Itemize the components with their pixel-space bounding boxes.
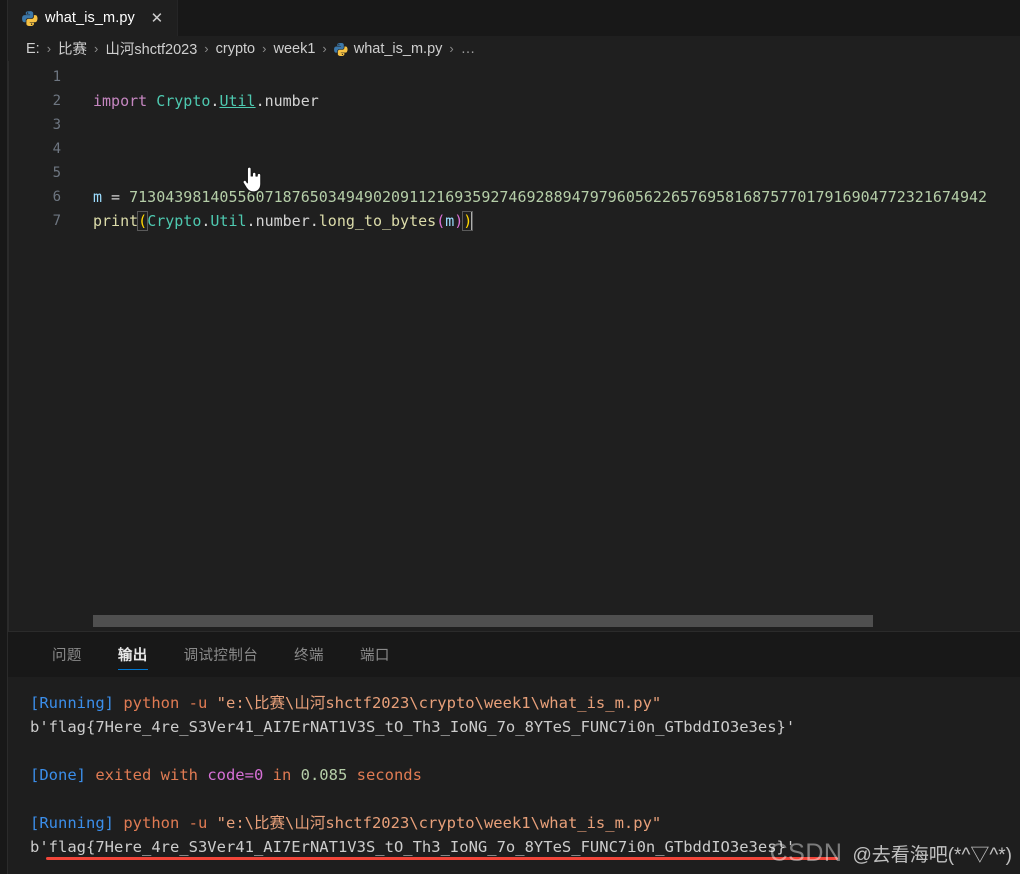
panel-tab-1[interactable]: 输出 bbox=[100, 632, 166, 677]
output-text: [Running] bbox=[30, 814, 124, 832]
code-token: long_to_bytes bbox=[318, 212, 437, 230]
python-icon bbox=[333, 42, 348, 56]
breadcrumb-item-bisai[interactable]: 比赛 bbox=[58, 38, 87, 59]
code-token: print bbox=[93, 212, 139, 230]
output-text: 0.085 bbox=[300, 766, 348, 784]
code-token: . bbox=[246, 212, 256, 230]
code-text: print(Crypto.Util.number.long_to_bytes(m… bbox=[93, 209, 474, 233]
output-text: b'flag{7Here_4re_S3Ver41_AI7ErNAT1V3S_tO… bbox=[30, 718, 796, 736]
code-line[interactable]: 1 bbox=[9, 65, 1020, 89]
bottom-panel: 问题 输出 调试控制台 终端 端口 [Running] python -u "e:\比赛… bbox=[8, 631, 1020, 874]
activity-bar-strip bbox=[0, 0, 8, 874]
output-line-flag: b'flag{7Here_4re_S3Ver41_AI7ErNAT1V3S_tO… bbox=[8, 835, 1020, 859]
output-text: "e:\比赛\山河shctf2023\crypto\week1\what_is_… bbox=[216, 814, 662, 832]
editor-tab-bar: what_is_m.py ✕ bbox=[0, 0, 1020, 36]
code-token: ( bbox=[436, 212, 446, 230]
panel-tab-4[interactable]: 端口 bbox=[342, 632, 408, 677]
panel-tab-0[interactable]: 问题 bbox=[34, 632, 100, 677]
output-line-run: [Running] python -u "e:\比赛\山河shctf2023\c… bbox=[8, 691, 1020, 715]
code-line[interactable]: 7 print(Crypto.Util.number.long_to_bytes(… bbox=[9, 209, 1020, 233]
horizontal-scrollbar[interactable] bbox=[93, 615, 873, 627]
line-number: 1 bbox=[52, 69, 61, 85]
output-text: b'flag{7Here_4re_S3Ver41_AI7ErNAT1V3S_tO… bbox=[30, 838, 796, 856]
text-caret bbox=[471, 211, 473, 230]
output-line-blank bbox=[8, 739, 1020, 763]
breadcrumb-item-file[interactable]: what_is_m.py bbox=[354, 41, 443, 57]
red-underline-annotation bbox=[46, 857, 838, 860]
code-token: Crypto bbox=[147, 212, 202, 230]
code-text: m = 713043981405560718765034949020911216… bbox=[93, 185, 987, 209]
line-number: 3 bbox=[52, 117, 61, 133]
breadcrumb-separator: › bbox=[94, 41, 99, 56]
code-line[interactable]: 5 bbox=[9, 161, 1020, 185]
output-line-flag: b'flag{7Here_4re_S3Ver41_AI7ErNAT1V3S_tO… bbox=[8, 715, 1020, 739]
output-text: [Done] bbox=[30, 766, 96, 784]
line-number: 6 bbox=[52, 189, 61, 205]
editor-horizontal-scrollbar-track[interactable] bbox=[9, 609, 1020, 631]
output-text: in bbox=[263, 766, 301, 784]
code-line[interactable]: 3 bbox=[9, 113, 1020, 137]
code-token: . bbox=[255, 92, 265, 110]
panel-tab-3[interactable]: 终端 bbox=[276, 632, 342, 677]
code-token: Crypto bbox=[156, 92, 211, 110]
code-token: Util bbox=[210, 212, 247, 230]
output-line-blank bbox=[8, 787, 1020, 811]
output-line-run: [Running] python -u "e:\比赛\山河shctf2023\c… bbox=[8, 811, 1020, 835]
code-lines[interactable]: 1 2 import Crypto.Util.number 3 4 5 6 m = 71304… bbox=[9, 61, 1020, 233]
code-token: m bbox=[93, 188, 103, 206]
breadcrumb-separator: › bbox=[204, 41, 209, 56]
code-token: = bbox=[102, 188, 130, 206]
panel-tab-bar: 问题 输出 调试控制台 终端 端口 bbox=[8, 632, 1020, 677]
code-token: Util bbox=[219, 92, 256, 110]
panel-tab-2[interactable]: 调试控制台 bbox=[166, 632, 277, 677]
line-number: 4 bbox=[52, 141, 61, 157]
close-icon[interactable]: ✕ bbox=[148, 9, 166, 27]
breadcrumb-item-crypto[interactable]: crypto bbox=[216, 41, 256, 57]
python-icon bbox=[22, 10, 38, 27]
breadcrumb-separator: › bbox=[46, 41, 52, 56]
code-token: import bbox=[93, 92, 157, 110]
vscode-window: what_is_m.py ✕ E: › 比赛 › 山河shctf2023 › c… bbox=[0, 0, 1020, 874]
code-token: number bbox=[264, 92, 319, 110]
breadcrumb-separator: › bbox=[449, 41, 454, 56]
code-token: 7130439814055607187650349490209112169359… bbox=[129, 188, 988, 206]
code-token: ) bbox=[454, 212, 464, 230]
breadcrumb-item-drive[interactable]: E: bbox=[26, 41, 40, 57]
breadcrumb-separator: › bbox=[322, 41, 327, 56]
code-line[interactable]: 6 m = 71304398140556071876503494902091121… bbox=[9, 185, 1020, 209]
output-text: exited with bbox=[95, 766, 208, 784]
code-token: m bbox=[445, 212, 455, 230]
editor-tab-what_is_m-py[interactable]: what_is_m.py ✕ bbox=[8, 0, 178, 36]
output-text: python -u bbox=[123, 814, 217, 832]
code-token: . bbox=[309, 212, 319, 230]
line-number: 5 bbox=[52, 165, 61, 181]
code-editor[interactable]: 1 2 import Crypto.Util.number 3 4 5 6 m = 71304… bbox=[8, 61, 1020, 631]
code-token: number bbox=[255, 212, 310, 230]
output-text: python -u bbox=[123, 694, 217, 712]
breadcrumb-item-week1[interactable]: week1 bbox=[273, 41, 315, 57]
editor-tab-label: what_is_m.py bbox=[45, 10, 135, 26]
breadcrumb-item-shctf2023[interactable]: 山河shctf2023 bbox=[105, 38, 197, 59]
breadcrumb-separator: › bbox=[262, 41, 267, 56]
output-text: code=0 bbox=[207, 766, 264, 784]
line-number: 2 bbox=[52, 93, 61, 109]
code-token: ( bbox=[137, 211, 149, 231]
code-line[interactable]: 4 bbox=[9, 137, 1020, 161]
breadcrumb: E: › 比赛 › 山河shctf2023 › crypto › week1 ›… bbox=[0, 36, 1020, 61]
output-text: "e:\比赛\山河shctf2023\crypto\week1\what_is_… bbox=[216, 694, 662, 712]
output-text: [Running] bbox=[30, 694, 124, 712]
line-number: 7 bbox=[52, 213, 61, 229]
output-line-done: [Done] exited with code=0 in 0.085 secon… bbox=[8, 763, 1020, 787]
breadcrumb-item-more[interactable]: … bbox=[461, 41, 476, 57]
output-text: seconds bbox=[347, 766, 422, 784]
output-view[interactable]: [Running] python -u "e:\比赛\山河shctf2023\c… bbox=[8, 677, 1020, 874]
code-line[interactable]: 2 import Crypto.Util.number bbox=[9, 89, 1020, 113]
code-text: import Crypto.Util.number bbox=[93, 89, 319, 113]
